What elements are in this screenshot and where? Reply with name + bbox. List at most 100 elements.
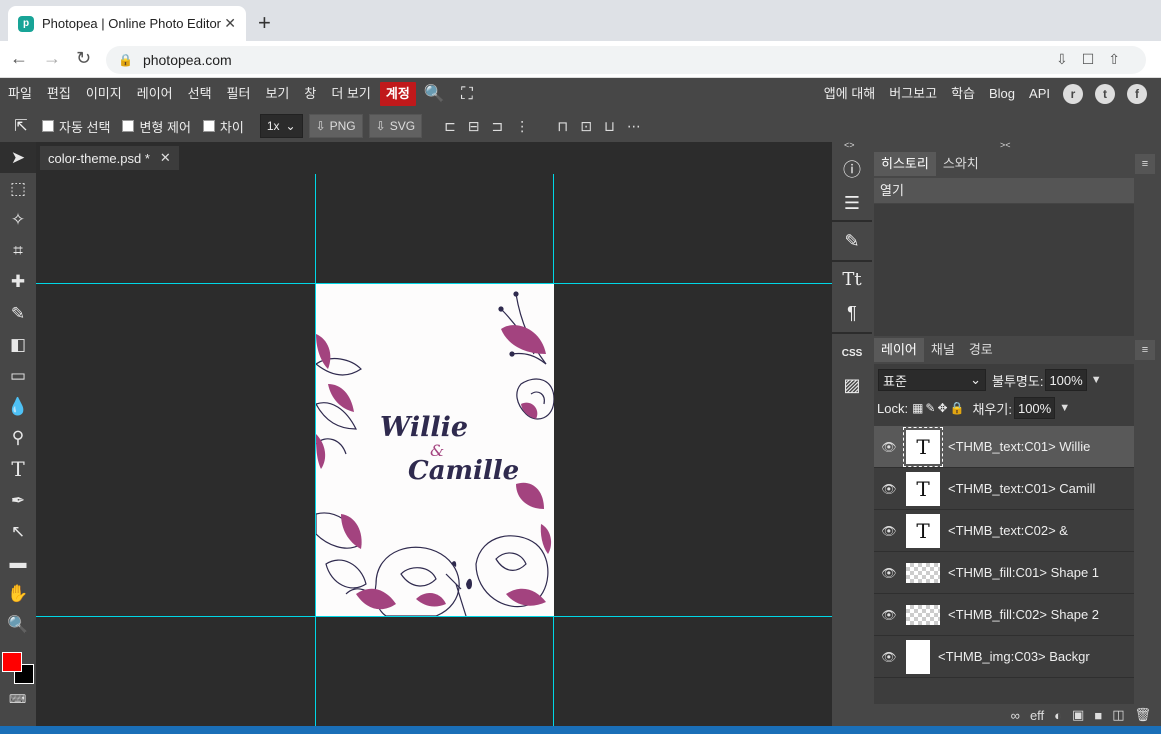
layer-name[interactable]: <THMB_text:C01> Camill [948, 481, 1128, 496]
menu-window[interactable]: 창 [296, 82, 323, 106]
align-middle-icon[interactable]: ⊡ [580, 118, 592, 135]
shape-tool-icon[interactable]: ▬ [0, 547, 36, 578]
canvas-text-willie[interactable]: Willie [380, 412, 468, 443]
menu-about[interactable]: 앱에 대해 [817, 82, 882, 106]
layer-row[interactable]: 👁 T <THMB_text:C02> & [874, 510, 1134, 552]
adjustment-layer-icon[interactable]: ◐ [1054, 708, 1062, 723]
reload-icon[interactable]: ↻ [76, 48, 91, 69]
layer-name[interactable]: <THMB_img:C03> Backgr [938, 649, 1118, 664]
eraser-tool-icon[interactable]: ◧ [0, 329, 36, 360]
marquee-tool-icon[interactable]: ⬚ [0, 173, 36, 204]
browser-tab[interactable]: p Photopea | Online Photo Editor ✕ [8, 6, 246, 41]
color-swatches[interactable] [2, 652, 34, 684]
align-center-h-icon[interactable]: ⊟ [468, 118, 480, 135]
zoom-select[interactable]: 1x ⌄ [259, 114, 303, 138]
visibility-eye-icon[interactable]: 👁 [874, 524, 904, 538]
layer-row[interactable]: 👁 <THMB_fill:C02> Shape 2 [874, 594, 1134, 636]
history-item[interactable]: 열기 [874, 178, 1134, 204]
menu-blog[interactable]: Blog [982, 82, 1022, 106]
menu-layer[interactable]: 레이어 [129, 82, 180, 106]
fill-input[interactable]: 100% [1013, 397, 1056, 419]
twitter-icon[interactable]: t [1095, 84, 1115, 104]
visibility-eye-icon[interactable]: 👁 [874, 608, 904, 622]
menu-bug-report[interactable]: 버그보고 [882, 82, 944, 106]
export-svg-button[interactable]: ⇩ SVG [368, 114, 423, 138]
menu-image[interactable]: 이미지 [78, 82, 129, 106]
canvas-text-camille[interactable]: Camille [408, 456, 519, 486]
menu-more[interactable]: 더 보기 [323, 82, 378, 106]
layers-panel-menu-icon[interactable]: ≡ [1135, 340, 1155, 360]
brush-settings-icon[interactable]: ✎ [832, 226, 872, 256]
hand-tool-icon[interactable]: ✋ [0, 579, 36, 610]
layer-row[interactable]: 👁 <THMB_fill:C01> Shape 1 [874, 552, 1134, 594]
healing-brush-tool-icon[interactable]: ✚ [0, 267, 36, 298]
layer-name[interactable]: <THMB_fill:C02> Shape 2 [948, 607, 1128, 622]
document-tab[interactable]: color-theme.psd * ✕ [40, 146, 179, 170]
tab-layers[interactable]: 레이어 [874, 338, 924, 362]
account-button[interactable]: 계정 [379, 82, 416, 106]
tab-channels[interactable]: 채널 [924, 338, 962, 362]
tab-history[interactable]: 히스토리 [874, 152, 936, 176]
link-layers-icon[interactable]: ∞ [1011, 708, 1020, 723]
distribute-v-icon[interactable]: ⋯ [627, 118, 641, 135]
layer-mask-icon[interactable]: ▣ [1072, 707, 1084, 723]
distances-checkbox[interactable]: 차이 [202, 117, 244, 136]
pen-tool-icon[interactable]: ✒ [0, 485, 36, 516]
browser-actions-icons[interactable]: ⇩☐⇧ [1056, 51, 1134, 68]
align-top-icon[interactable]: ⊓ [557, 118, 568, 135]
transform-controls-checkbox[interactable]: 변형 제어 [122, 117, 191, 136]
reddit-icon[interactable]: r [1063, 84, 1083, 104]
tab-swatches[interactable]: 스와치 [936, 152, 986, 176]
layer-effects-icon[interactable]: eff [1030, 708, 1044, 723]
opacity-dropdown-icon[interactable]: ▼ [1091, 374, 1102, 386]
keyboard-icon[interactable]: ⌨ [9, 692, 26, 706]
blur-tool-icon[interactable]: 💧 [0, 392, 36, 423]
document-area[interactable]: color-theme.psd * ✕ Willie & Camille [36, 142, 832, 726]
distribute-h-icon[interactable]: ⋮ [515, 118, 529, 135]
character-icon[interactable]: Tt [832, 264, 872, 294]
info-icon[interactable]: ⓘ [832, 154, 872, 184]
visibility-eye-icon[interactable]: 👁 [874, 482, 904, 496]
layer-row[interactable]: 👁 <THMB_img:C03> Backgr [874, 636, 1134, 678]
new-group-icon[interactable]: ■ [1094, 708, 1102, 723]
collapse-arrows-icon[interactable]: <> [844, 140, 855, 150]
tab-paths[interactable]: 경로 [962, 338, 1000, 362]
menu-edit[interactable]: 편집 [39, 82, 78, 106]
delete-layer-icon[interactable]: 🗑 [1134, 707, 1151, 723]
type-tool-icon[interactable]: T [0, 454, 36, 485]
paragraph-icon[interactable]: ¶ [832, 298, 872, 328]
new-tab-button[interactable]: + [258, 10, 271, 36]
brush-tool-icon[interactable]: ✎ [0, 298, 36, 329]
align-bottom-icon[interactable]: ⊔ [604, 118, 615, 135]
move-tool-icon[interactable]: ➤ [0, 142, 36, 174]
path-select-tool-icon[interactable]: ↖ [0, 516, 36, 547]
menu-file[interactable]: 파일 [0, 82, 39, 106]
css-icon[interactable]: CSS [832, 338, 872, 368]
foreground-color-swatch[interactable] [2, 652, 22, 672]
forward-arrow-icon[interactable]: → [43, 48, 61, 69]
url-input[interactable]: 🔒 photopea.com ⇩☐⇧ [106, 46, 1146, 74]
document-canvas[interactable]: Willie & Camille [316, 284, 554, 616]
opacity-input[interactable]: 100% [1045, 369, 1087, 391]
menu-api[interactable]: API [1022, 82, 1057, 106]
align-right-icon[interactable]: ⊐ [492, 118, 504, 135]
crop-tool-icon[interactable]: ⌗ [0, 236, 36, 267]
checkbox-box[interactable] [42, 120, 54, 132]
adjustments-icon[interactable]: ☰ [832, 188, 872, 218]
layer-row[interactable]: 👁 T <THMB_text:C01> Camill [874, 468, 1134, 510]
visibility-eye-icon[interactable]: 👁 [874, 440, 904, 454]
layer-name[interactable]: <THMB_text:C02> & [948, 523, 1128, 538]
layer-row[interactable]: 👁 T <THMB_text:C01> Willie [874, 426, 1134, 468]
menu-learn[interactable]: 학습 [944, 82, 982, 106]
tab-close-icon[interactable]: ✕ [224, 15, 236, 32]
back-arrow-icon[interactable]: ← [10, 48, 28, 69]
gradient-tool-icon[interactable]: ▭ [0, 360, 36, 391]
magic-wand-tool-icon[interactable]: ✧ [0, 204, 36, 235]
checkbox-box[interactable] [122, 120, 135, 132]
guide-horizontal-bottom[interactable] [36, 616, 832, 617]
history-panel-menu-icon[interactable]: ≡ [1135, 154, 1155, 174]
facebook-icon[interactable]: f [1127, 84, 1147, 104]
new-layer-icon[interactable]: ◫ [1112, 707, 1124, 723]
export-png-button[interactable]: ⇩ PNG [308, 114, 363, 138]
fill-dropdown-icon[interactable]: ▼ [1059, 402, 1070, 414]
